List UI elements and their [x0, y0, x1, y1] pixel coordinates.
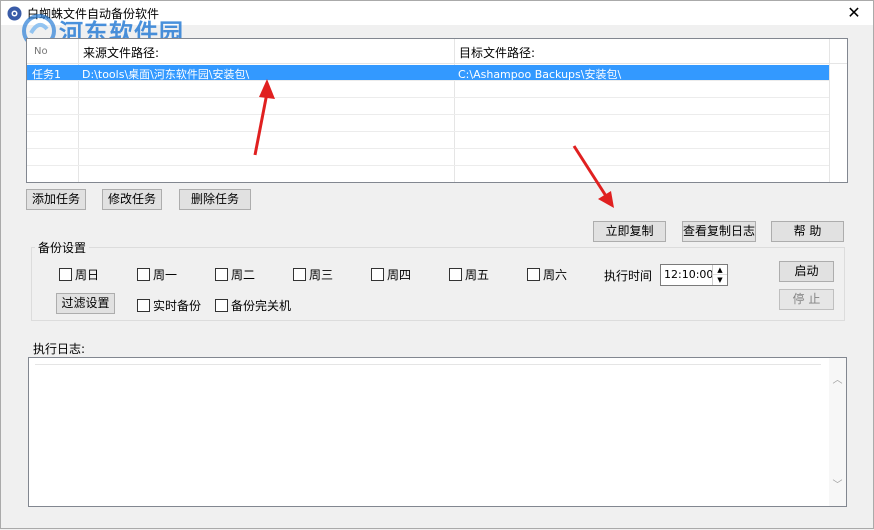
empty-row [27, 150, 829, 166]
checkbox-label: 周五 [465, 268, 490, 282]
checkbox-label: 备份完关机 [231, 299, 292, 313]
main-window: 白蜘蛛文件自动备份软件 ✕ 河东软件园 www.pc0359.cn No 来源文… [0, 0, 874, 529]
spin-up-icon[interactable]: ▲ [713, 265, 727, 275]
checkbox-realtime-backup[interactable]: 实时备份 [137, 297, 201, 313]
close-button[interactable]: ✕ [841, 2, 867, 24]
delete-task-button[interactable]: 删除任务 [179, 189, 251, 210]
log-scrollbar[interactable]: ︿ ﹀ [829, 358, 846, 506]
checkbox-label: 周二 [231, 268, 256, 282]
column-header-source[interactable]: 来源文件路径: [83, 44, 159, 61]
checkbox-label: 实时备份 [153, 299, 202, 313]
checkbox-label: 周一 [153, 268, 178, 282]
execute-time-label: 执行时间 [604, 269, 653, 283]
filter-settings-button[interactable]: 过滤设置 [56, 293, 115, 314]
empty-row [27, 82, 829, 98]
app-logo-icon [7, 6, 22, 21]
table-row[interactable]: 任务1 D:\tools\桌面\河东软件园\安装包\ C:\Ashampoo B… [27, 65, 829, 81]
checkbox-shutdown-after-backup[interactable]: 备份完关机 [215, 297, 291, 313]
column-header-no[interactable]: No [34, 46, 48, 57]
checkbox-friday[interactable]: 周五 [449, 266, 489, 282]
start-button[interactable]: 启动 [779, 261, 834, 282]
stop-button[interactable]: 停 止 [779, 289, 834, 310]
empty-row [27, 116, 829, 132]
checkbox-monday[interactable]: 周一 [137, 266, 177, 282]
log-label: 执行日志: [33, 342, 86, 356]
execute-time-input[interactable]: 12:10:00 ▲ ▼ [660, 264, 728, 286]
checkbox-label: 周三 [309, 268, 334, 282]
checkbox-label: 周六 [543, 268, 568, 282]
backup-settings-title: 备份设置 [35, 239, 90, 256]
time-spinner[interactable]: ▲ ▼ [712, 265, 727, 285]
help-button[interactable]: 帮 助 [771, 221, 844, 242]
scroll-down-icon[interactable]: ﹀ [829, 477, 846, 494]
checkbox-label: 周四 [387, 268, 412, 282]
checkbox-wednesday[interactable]: 周三 [293, 266, 333, 282]
empty-row [27, 133, 829, 149]
cell-target: C:\Ashampoo Backups\安装包\ [458, 68, 622, 81]
window-title: 白蜘蛛文件自动备份软件 [27, 7, 160, 21]
title-bar: 白蜘蛛文件自动备份软件 ✕ [1, 1, 873, 25]
checkbox-thursday[interactable]: 周四 [371, 266, 411, 282]
checkbox-label: 周日 [75, 268, 100, 282]
table-header: No 来源文件路径: 目标文件路径: [27, 39, 847, 64]
checkbox-sunday[interactable]: 周日 [59, 266, 99, 282]
time-value: 12:10:00 [664, 268, 714, 281]
log-divider [35, 364, 821, 365]
checkbox-saturday[interactable]: 周六 [527, 266, 567, 282]
column-header-target[interactable]: 目标文件路径: [459, 44, 535, 61]
view-copy-log-button[interactable]: 查看复制日志 [682, 221, 756, 242]
empty-row [27, 167, 829, 182]
edit-task-button[interactable]: 修改任务 [102, 189, 162, 210]
log-textarea[interactable]: ︿ ﹀ [28, 357, 847, 507]
add-task-button[interactable]: 添加任务 [26, 189, 86, 210]
cell-no: 任务1 [32, 68, 61, 81]
copy-now-button[interactable]: 立即复制 [593, 221, 666, 242]
spin-down-icon[interactable]: ▼ [713, 275, 727, 285]
empty-row [27, 99, 829, 115]
checkbox-tuesday[interactable]: 周二 [215, 266, 255, 282]
scroll-up-icon[interactable]: ︿ [829, 372, 846, 389]
task-table[interactable]: No 来源文件路径: 目标文件路径: 任务1 D:\tools\桌面\河东软件园… [26, 38, 848, 183]
cell-source: D:\tools\桌面\河东软件园\安装包\ [82, 68, 250, 81]
